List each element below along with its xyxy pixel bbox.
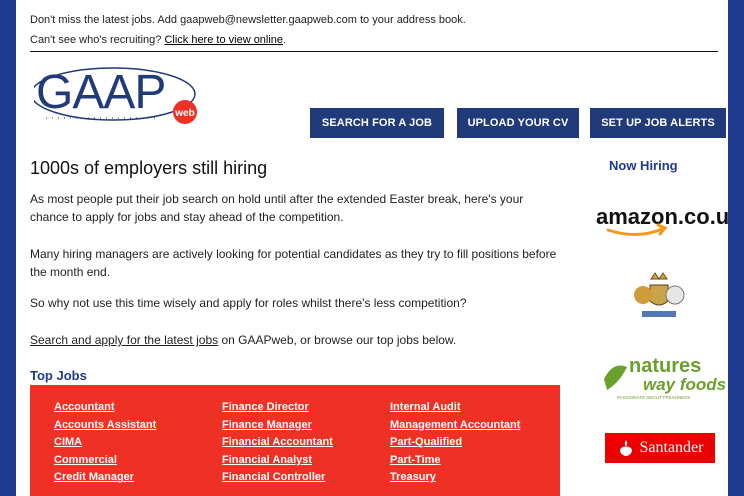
search-latest-jobs-link[interactable]: Search and apply for the latest jobs: [30, 333, 218, 347]
job-link[interactable]: Financial Accountant: [222, 434, 333, 452]
preheader-line-1: Don't miss the latest jobs. Add gaapweb@…: [30, 14, 466, 26]
logo-badge-text: web: [174, 108, 194, 119]
crest-crown-icon: [650, 272, 668, 280]
job-link[interactable]: Accountant: [54, 399, 156, 417]
amazon-logo[interactable]: amazon.co.uk: [594, 200, 728, 238]
job-link[interactable]: Treasury: [390, 469, 520, 487]
job-link[interactable]: Commercial: [54, 452, 156, 470]
job-link[interactable]: Credit Manager: [54, 469, 156, 487]
search-for-job-button[interactable]: SEARCH FOR A JOB: [310, 108, 444, 138]
use-time-paragraph: So why not use this time wisely and appl…: [30, 296, 467, 310]
job-link[interactable]: Management Accountant: [390, 417, 520, 435]
santander-logo-text: Santander: [639, 439, 704, 456]
intro-paragraph: As most people put their job search on h…: [30, 192, 524, 224]
email-frame: Don't miss the latest jobs. Add gaapweb@…: [0, 0, 744, 496]
preheader-line-2-suffix: .: [283, 34, 287, 46]
job-link[interactable]: Accounts Assistant: [54, 417, 156, 435]
preheader-line-2-prefix: Can't see who's recruiting?: [30, 34, 165, 46]
preheader: Don't miss the latest jobs. Add gaapweb@…: [30, 10, 720, 50]
top-jobs-panel: Accountant Accounts Assistant CIMA Comme…: [30, 385, 560, 496]
natures-way-foods-logo[interactable]: natures way foods PASSIONATE ABOUT FRESH…: [599, 352, 727, 402]
crest-shield-icon: [649, 284, 669, 306]
job-link[interactable]: Part-Qualified: [390, 434, 520, 452]
preheader-line-2: Can't see who's recruiting? Click here t…: [30, 30, 720, 50]
gaapweb-logo[interactable]: GAAP web: [34, 66, 209, 126]
job-link[interactable]: Finance Manager: [222, 417, 333, 435]
search-paragraph-suffix: on GAAPweb, or browse our top jobs below…: [218, 333, 457, 347]
job-link[interactable]: Financial Analyst: [222, 452, 333, 470]
job-link[interactable]: Part-Time: [390, 452, 520, 470]
santander-logo[interactable]: Santander: [605, 433, 715, 463]
natures-leaf-icon: [604, 365, 627, 390]
top-jobs-column-2: Finance Director Finance Manager Financi…: [222, 399, 333, 487]
royal-crest-logo[interactable]: [629, 266, 689, 326]
top-jobs-column-1: Accountant Accounts Assistant CIMA Comme…: [54, 399, 156, 487]
crest-ribbon-icon: [642, 311, 676, 317]
preheader-divider: [30, 51, 718, 52]
upload-cv-button[interactable]: UPLOAD YOUR CV: [457, 108, 579, 138]
natures-logo-top-text: natures: [629, 355, 701, 377]
set-up-job-alerts-button[interactable]: SET UP JOB ALERTS: [590, 108, 726, 138]
job-link[interactable]: Finance Director: [222, 399, 333, 417]
managers-paragraph: Many hiring managers are actively lookin…: [30, 247, 557, 279]
crest-unicorn-icon: [665, 285, 685, 305]
job-link[interactable]: Financial Controller: [222, 469, 333, 487]
view-online-link[interactable]: Click here to view online: [164, 34, 283, 46]
crest-lion-icon: [634, 286, 652, 304]
job-link[interactable]: CIMA: [54, 434, 156, 452]
logo-text: GAAP: [36, 66, 165, 119]
headline: 1000s of employers still hiring: [30, 158, 268, 178]
search-paragraph: Search and apply for the latest jobs on …: [30, 331, 560, 349]
email-content: Don't miss the latest jobs. Add gaapweb@…: [16, 0, 728, 496]
job-link[interactable]: Internal Audit: [390, 399, 520, 417]
santander-flame-icon: [619, 440, 632, 456]
top-jobs-heading: Top Jobs: [30, 368, 87, 383]
now-hiring-heading: Now Hiring: [609, 158, 678, 173]
natures-tagline-text: PASSIONATE ABOUT FRESHNESS: [617, 395, 690, 400]
top-jobs-column-3: Internal Audit Management Accountant Par…: [390, 399, 520, 487]
natures-logo-bottom-text: way foods: [643, 375, 726, 394]
